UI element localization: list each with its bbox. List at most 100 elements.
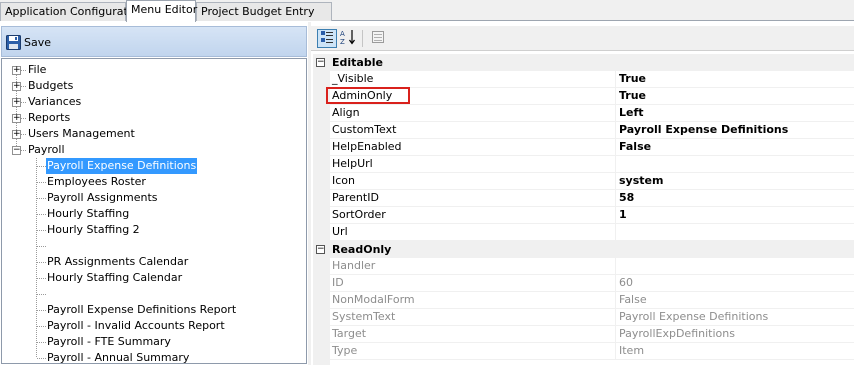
tree-node-file[interactable]: + File	[2, 62, 302, 78]
tree-line	[37, 262, 46, 263]
property-row[interactable]: HelpUrl	[330, 156, 854, 173]
tree-node-label[interactable]: Hourly Staffing Calendar	[46, 270, 183, 286]
tree-node-child[interactable]: Payroll Expense Definitions Report	[2, 302, 302, 318]
tree-node-label[interactable]: Payroll	[27, 142, 66, 158]
tree-node-label[interactable]: Users Management	[27, 126, 136, 142]
tree-node-label[interactable]: Hourly Staffing 2	[46, 222, 141, 238]
property-row[interactable]: Handler	[330, 258, 854, 275]
tree-node-variances[interactable]: + Variances	[2, 94, 302, 110]
tree-node-child[interactable]: Hourly Staffing Calendar	[2, 270, 302, 286]
tree-node-child[interactable]: Payroll - FTE Summary	[2, 334, 302, 350]
tree-node-child[interactable]: Payroll - Invalid Accounts Report	[2, 318, 302, 334]
tree-line	[37, 166, 46, 167]
property-name: HelpUrl	[332, 157, 373, 170]
property-row[interactable]: Url	[330, 224, 854, 241]
property-row[interactable]: _Visible True	[330, 71, 854, 88]
expand-icon[interactable]: +	[12, 66, 21, 75]
collapse-icon[interactable]: −	[12, 146, 21, 155]
property-row[interactable]: Type Item	[330, 343, 854, 360]
grid-gutter	[313, 54, 330, 365]
tree-node-label[interactable]: Payroll Expense Definitions	[46, 158, 198, 174]
column-divider	[615, 275, 616, 292]
property-value: PayrollExpDefinitions	[619, 327, 735, 340]
property-row[interactable]: SystemText Payroll Expense Definitions	[330, 309, 854, 326]
column-divider	[615, 292, 616, 309]
tree-node-users-management[interactable]: + Users Management	[2, 126, 302, 142]
property-value[interactable]: False	[619, 139, 651, 155]
tree-node-reports[interactable]: + Reports	[2, 110, 302, 126]
property-value[interactable]: Left	[619, 105, 644, 121]
tree-node-child[interactable]: Employees Roster	[2, 174, 302, 190]
column-divider	[615, 71, 616, 88]
tree-node-label[interactable]: File	[27, 62, 47, 78]
expand-icon[interactable]: +	[12, 130, 21, 139]
tree-node-child[interactable]: Payroll Expense Definitions	[2, 158, 302, 174]
tab-menu-editor[interactable]: Menu Editor	[126, 0, 197, 22]
floppy-disk-icon	[6, 34, 21, 50]
category-editable[interactable]: − Editable	[313, 54, 854, 71]
tree-node-label[interactable]: PR Assignments Calendar	[46, 254, 189, 270]
property-grid[interactable]: − Editable _Visible True AdminOnly True Alig…	[313, 54, 854, 365]
property-row[interactable]: NonModalForm False	[330, 292, 854, 309]
column-divider	[615, 309, 616, 326]
property-value[interactable]: 58	[619, 190, 634, 206]
property-name: CustomText	[332, 123, 397, 136]
expand-icon[interactable]: +	[12, 114, 21, 123]
property-row[interactable]: Target PayrollExpDefinitions	[330, 326, 854, 343]
category-readonly[interactable]: − ReadOnly	[313, 241, 854, 258]
tree-node-label[interactable]: Variances	[27, 94, 82, 110]
collapse-icon[interactable]: −	[316, 58, 325, 67]
property-value[interactable]: Payroll Expense Definitions	[619, 122, 788, 138]
tree-node-label[interactable]: Payroll Assignments	[46, 190, 159, 206]
property-name: ID	[332, 276, 344, 289]
tree-node-budgets[interactable]: + Budgets	[2, 78, 302, 94]
tree-node-label[interactable]: Payroll - Annual Summary	[46, 350, 190, 363]
alphabetical-button[interactable]: A Z	[338, 29, 358, 48]
property-row[interactable]: Align Left	[330, 105, 854, 122]
property-value[interactable]: system	[619, 173, 663, 189]
property-value[interactable]: True	[619, 71, 646, 87]
tree-node-child[interactable]	[2, 286, 302, 302]
tree-node-label[interactable]: Payroll - Invalid Accounts Report	[46, 318, 226, 334]
property-row[interactable]: CustomText Payroll Expense Definitions	[330, 122, 854, 139]
tree-node-label[interactable]: Budgets	[27, 78, 74, 94]
tree-node-child[interactable]: Hourly Staffing 2	[2, 222, 302, 238]
expand-icon[interactable]: +	[12, 82, 21, 91]
categorized-button[interactable]	[317, 29, 337, 48]
tree-node-child[interactable]	[2, 238, 302, 254]
property-row[interactable]: ID 60	[330, 275, 854, 292]
property-pages-button[interactable]	[368, 29, 388, 48]
collapse-icon[interactable]: −	[316, 245, 325, 254]
property-row[interactable]: AdminOnly True	[330, 88, 854, 105]
tree-line	[37, 326, 46, 327]
property-row[interactable]: HelpEnabled False	[330, 139, 854, 156]
property-name: Target	[332, 327, 367, 340]
tree-line	[37, 182, 46, 183]
property-value[interactable]: 1	[619, 207, 627, 223]
tree-node-child[interactable]: Payroll - Annual Summary	[2, 350, 302, 363]
save-button[interactable]: Save	[6, 32, 51, 52]
column-divider	[615, 88, 616, 105]
tree-node-label[interactable]: Reports	[27, 110, 71, 126]
property-row[interactable]: SortOrder 1	[330, 207, 854, 224]
tree-node-payroll[interactable]: − Payroll	[2, 142, 302, 158]
property-name: SortOrder	[332, 208, 386, 221]
property-row[interactable]: ParentID 58	[330, 190, 854, 207]
tree-node-label[interactable]: Payroll Expense Definitions Report	[46, 302, 237, 318]
tree-node-label[interactable]: Hourly Staffing	[46, 206, 130, 222]
tab-project-budget-entry[interactable]: Project Budget Entry	[196, 2, 332, 21]
property-row[interactable]: Icon system	[330, 173, 854, 190]
tab-application-configuration[interactable]: Application Configuration	[0, 2, 145, 21]
property-value[interactable]: True	[619, 88, 646, 104]
tree-node-child[interactable]: PR Assignments Calendar	[2, 254, 302, 270]
tree-node-child[interactable]: Hourly Staffing	[2, 206, 302, 222]
splitter[interactable]	[308, 22, 311, 365]
tree-node-label[interactable]: Employees Roster	[46, 174, 147, 190]
tree-node-label[interactable]: Payroll - FTE Summary	[46, 334, 172, 350]
tree-node-child[interactable]: Payroll Assignments	[2, 190, 302, 206]
column-divider	[615, 105, 616, 122]
menu-tree[interactable]: + File + Budgets + Variances + Reports +…	[1, 58, 307, 364]
expand-icon[interactable]: +	[12, 98, 21, 107]
column-divider	[615, 258, 616, 275]
property-name: Icon	[332, 174, 355, 187]
